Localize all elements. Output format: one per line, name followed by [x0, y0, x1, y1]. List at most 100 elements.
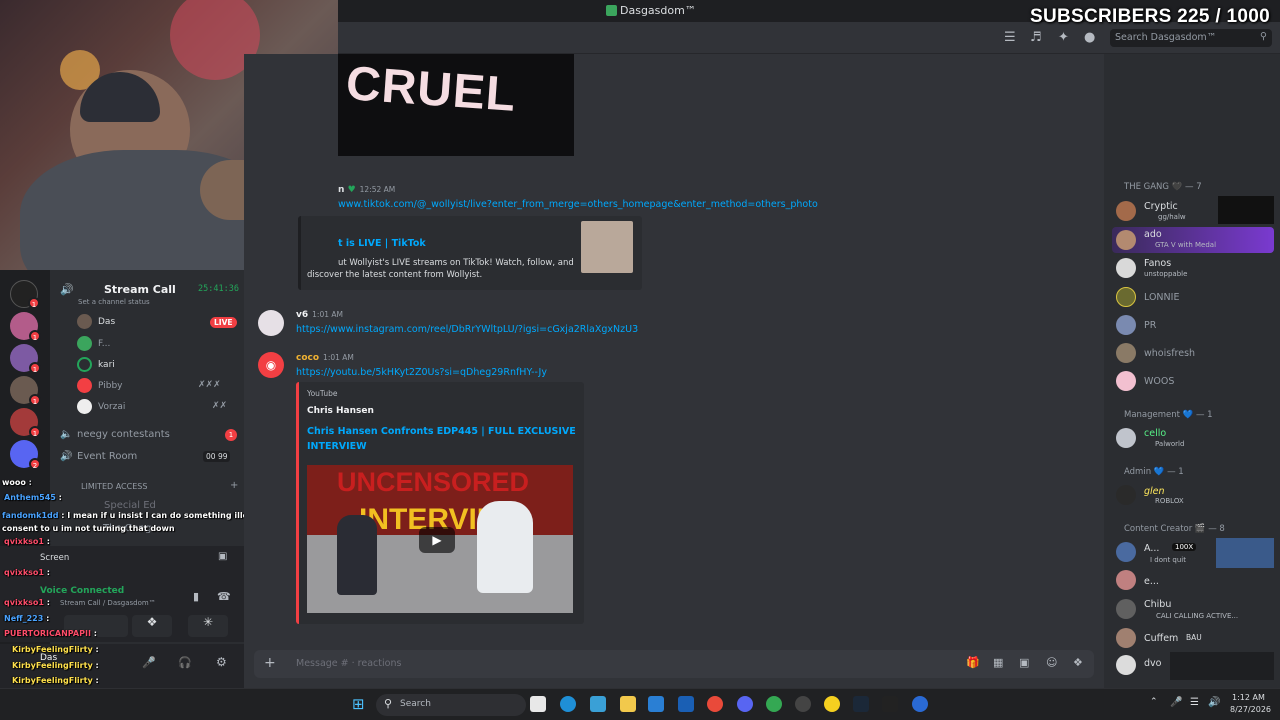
avatar[interactable] [1116, 343, 1136, 363]
tray-chevron-icon[interactable]: ⌃ [1150, 697, 1158, 707]
app-icon[interactable] [824, 696, 840, 712]
member-name[interactable]: LONNIE [1144, 292, 1179, 303]
member-name[interactable]: ado [1144, 229, 1162, 240]
avatar[interactable] [1116, 542, 1136, 562]
discord-icon[interactable] [737, 696, 753, 712]
member-name[interactable]: A... [1144, 543, 1159, 554]
member-name[interactable]: glen [1144, 486, 1165, 497]
voice-connected-channel[interactable]: Stream Call / Dasgasdom™ [60, 599, 156, 607]
member-name[interactable]: e... [1144, 576, 1159, 587]
add-channel-icon[interactable]: + [230, 480, 238, 491]
member-name[interactable]: dvo [1144, 658, 1161, 669]
taskbar-search[interactable]: ⚲ Search [376, 694, 526, 716]
steam-icon[interactable] [853, 696, 869, 712]
store-icon[interactable] [678, 696, 694, 712]
voice-user[interactable]: kari [98, 360, 115, 370]
screen-share-icon[interactable]: ▣ [218, 551, 227, 562]
clock-date[interactable]: 8/27/2026 [1230, 705, 1271, 714]
server-icon[interactable]: 1 [10, 376, 41, 406]
member-name[interactable]: cello [1144, 428, 1166, 439]
apps-icon[interactable]: ❖ [1073, 656, 1083, 669]
avatar[interactable] [1116, 287, 1136, 307]
volume-icon[interactable]: 🔊 [1208, 697, 1220, 708]
gift-icon[interactable]: 🎁 [966, 656, 980, 669]
chrome-icon[interactable] [766, 696, 782, 712]
category-limited-access[interactable]: LIMITED ACCESS [81, 482, 147, 491]
member-name[interactable]: Cuffem [1144, 633, 1178, 644]
search-input[interactable]: Search Dasgasdom™ ⚲ [1110, 29, 1272, 47]
avatar[interactable] [1116, 570, 1136, 590]
disconnect-icon[interactable]: ☎ [217, 590, 231, 603]
activity-button[interactable]: ❖ [132, 615, 172, 637]
image-attachment[interactable]: CRUEL [338, 54, 574, 156]
settings-gear-icon[interactable]: ⚙ [216, 655, 227, 669]
member-name[interactable]: Chibu [1144, 599, 1171, 610]
voice-user[interactable]: Pibby [98, 381, 122, 391]
voice-user[interactable]: Das [98, 317, 115, 327]
message-author[interactable]: n ♥ 12:52 AM [338, 185, 395, 195]
mute-bell-icon[interactable]: ♬ [1030, 30, 1042, 45]
avatar[interactable] [1116, 230, 1136, 250]
threads-icon[interactable]: ☰ [1004, 30, 1016, 45]
discord-home-icon[interactable]: 2 [10, 440, 41, 470]
member-name[interactable]: PR [1144, 320, 1156, 331]
discord-avatar-icon[interactable]: ◉ [258, 352, 284, 378]
embed-title[interactable]: Chris Hansen Confronts EDP445 | FULL EXC… [307, 426, 576, 437]
mail-icon[interactable] [648, 696, 664, 712]
avatar[interactable] [1116, 628, 1136, 648]
avatar[interactable] [1116, 655, 1136, 675]
avatar[interactable] [1116, 315, 1136, 335]
server-icon[interactable]: 1 [10, 280, 40, 309]
app-icon[interactable] [795, 696, 811, 712]
channel-status[interactable]: Set a channel status [78, 298, 150, 306]
edge-icon[interactable] [560, 696, 576, 712]
member-list-icon[interactable]: ● [1084, 30, 1095, 45]
chrome-icon[interactable] [707, 696, 723, 712]
pin-icon[interactable]: ✦ [1058, 30, 1069, 45]
channel-neegy[interactable]: neegy contestants [77, 429, 170, 440]
avatar[interactable] [1116, 485, 1136, 505]
clock-time[interactable]: 1:12 AM [1232, 693, 1265, 702]
message-author[interactable]: v6 1:01 AM [296, 310, 343, 320]
avatar[interactable] [258, 310, 284, 336]
avatar[interactable] [1116, 428, 1136, 448]
app-icon[interactable] [590, 696, 606, 712]
avatar[interactable] [1116, 599, 1136, 619]
member-name[interactable]: whoisfresh [1144, 348, 1195, 359]
epic-games-icon[interactable] [882, 696, 898, 712]
emoji-icon[interactable]: ☺ [1046, 656, 1057, 669]
instagram-link[interactable]: https://www.instagram.com/reel/DbRrYWltp… [296, 324, 638, 335]
voice-user[interactable]: F... [98, 339, 110, 349]
embed-title[interactable]: t is LIVE | TikTok [338, 238, 426, 249]
message-author[interactable]: coco 1:01 AM [296, 353, 354, 363]
member-name[interactable]: WOOS [1144, 376, 1174, 387]
avatar[interactable] [1116, 201, 1136, 221]
microphone-icon[interactable]: 🎤 [1170, 697, 1182, 708]
video-thumbnail[interactable]: UNCENSORED INTERVIEW ▶ [307, 465, 573, 613]
ea-icon[interactable] [912, 696, 928, 712]
soundboard-button[interactable]: ✳ [188, 615, 228, 637]
wifi-icon[interactable]: ☰ [1190, 697, 1199, 708]
embed-title[interactable]: INTERVIEW [307, 441, 367, 452]
noise-suppression-icon[interactable]: ▮ [193, 590, 199, 603]
microphone-icon[interactable]: 🎤 [142, 656, 156, 669]
message-composer[interactable]: + Message # · reactions 🎁 ▦ ▣ ☺ ❖ [254, 650, 1094, 678]
tiktok-link[interactable]: www.tiktok.com/@_wollyist/live?enter_fro… [338, 199, 818, 210]
member-name[interactable]: Fanos [1144, 258, 1171, 269]
play-icon[interactable]: ▶ [419, 527, 455, 553]
server-icon[interactable]: 1 [10, 408, 41, 438]
windows-start-icon[interactable]: ⊞ [352, 695, 365, 713]
file-explorer-icon[interactable] [620, 696, 636, 712]
server-icon[interactable]: 1 [10, 344, 41, 374]
channel-event-room[interactable]: Event Room [77, 451, 137, 462]
headphones-icon[interactable]: 🎧 [178, 656, 192, 669]
attach-plus-icon[interactable]: + [264, 655, 276, 671]
member-name[interactable]: Cryptic [1144, 201, 1178, 212]
gif-icon[interactable]: ▦ [993, 656, 1003, 669]
embed-author[interactable]: Chris Hansen [307, 406, 374, 416]
voice-user[interactable]: Vorzai [98, 402, 125, 412]
server-icon[interactable]: 1 [10, 312, 41, 342]
avatar[interactable] [1116, 371, 1136, 391]
avatar[interactable] [1116, 258, 1136, 278]
sticker-icon[interactable]: ▣ [1019, 656, 1029, 669]
